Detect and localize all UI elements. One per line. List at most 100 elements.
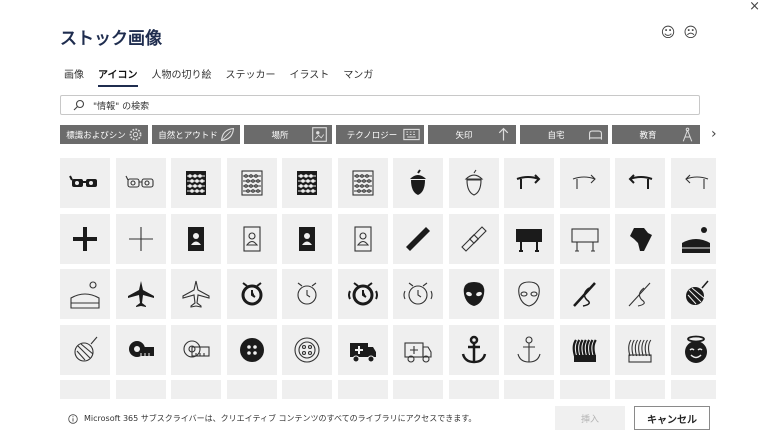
icon-tile[interactable]	[115, 158, 166, 208]
category-signs[interactable]: 標識およびシン	[60, 125, 148, 144]
icon-tile[interactable]	[226, 380, 277, 399]
icon-tile[interactable]	[393, 380, 443, 399]
icon-tile[interactable]	[504, 380, 554, 399]
icon-tile[interactable]	[171, 380, 221, 399]
icon-tile[interactable]	[670, 324, 716, 375]
needle-thread-outline-icon	[628, 282, 651, 307]
icon-tile[interactable]	[504, 324, 554, 375]
search-box	[60, 95, 700, 115]
category-label: 自宅	[547, 130, 565, 141]
icon-tile[interactable]	[393, 269, 443, 319]
footer-text: Microsoft 365 サブスクライバーは、クリエイティブ コンテンツのすべ…	[84, 414, 477, 423]
icon-tile[interactable]	[615, 158, 665, 208]
farm-landscape-outline-icon	[70, 281, 100, 309]
icon-tile[interactable]	[226, 269, 277, 319]
icon-tile[interactable]	[393, 158, 443, 208]
smile-icon[interactable]: ☺	[661, 25, 676, 41]
wifi-outline-icon	[125, 389, 157, 399]
icon-tile[interactable]	[171, 213, 221, 264]
icon-tile[interactable]	[226, 158, 277, 208]
close-icon[interactable]: ×	[749, 0, 760, 14]
icon-tile[interactable]	[448, 324, 499, 375]
category-technology[interactable]: テクノロジー	[336, 125, 424, 144]
category-label: 場所	[271, 130, 289, 141]
category-education[interactable]: 教育	[612, 125, 700, 144]
icon-tile[interactable]	[226, 213, 277, 264]
icon-tile[interactable]	[504, 213, 554, 264]
tab-stickers[interactable]: ステッカー	[226, 66, 276, 87]
compass-icon	[682, 127, 693, 142]
feedback: ☺ ☹	[661, 25, 698, 41]
icon-tile[interactable]	[115, 213, 166, 264]
icon-tile[interactable]	[559, 213, 610, 264]
icon-tile[interactable]	[337, 324, 388, 375]
icon-tile[interactable]	[615, 213, 665, 264]
icon-tile[interactable]	[115, 380, 166, 399]
tab-manga[interactable]: マンガ	[343, 66, 373, 87]
category-places[interactable]: 場所	[244, 125, 332, 144]
icon-tile[interactable]	[226, 324, 277, 375]
icon-tile[interactable]	[282, 213, 332, 264]
icon-tile[interactable]	[60, 269, 110, 319]
icon-tile[interactable]	[282, 269, 332, 319]
icon-tile[interactable]	[670, 380, 716, 399]
tab-cutout-people[interactable]: 人物の切り絵	[152, 66, 212, 87]
icon-tile[interactable]	[615, 380, 665, 399]
icon-tile[interactable]	[60, 158, 110, 208]
search-input[interactable]	[93, 100, 653, 110]
icon-tile[interactable]	[282, 158, 332, 208]
category-label: 教育	[639, 130, 657, 141]
icon-tile[interactable]	[393, 213, 443, 264]
icon-tile[interactable]	[559, 269, 610, 319]
icon-tile[interactable]	[448, 158, 499, 208]
billboard-icon	[516, 228, 542, 252]
icon-tile[interactable]	[171, 269, 221, 319]
icon-tile[interactable]	[615, 269, 665, 319]
icon-tile[interactable]	[171, 158, 221, 208]
anchor-outline-icon	[517, 335, 541, 363]
map-icon	[312, 127, 327, 142]
icon-tile[interactable]	[670, 213, 716, 264]
icon-tile[interactable]	[60, 380, 110, 399]
tab-images[interactable]: 画像	[64, 66, 84, 87]
icon-tile[interactable]	[615, 324, 665, 375]
icon-tile[interactable]	[337, 269, 388, 319]
icon-tile[interactable]	[670, 269, 716, 319]
category-nature-outdoors[interactable]: 自然とアウトド	[152, 125, 240, 144]
icon-tile[interactable]	[448, 380, 499, 399]
icon-tile[interactable]	[559, 158, 610, 208]
insert-button[interactable]: 挿入	[555, 406, 625, 430]
tab-icons[interactable]: アイコン	[98, 66, 138, 87]
icon-tile[interactable]	[670, 158, 716, 208]
icon-tile[interactable]	[337, 213, 388, 264]
circle-outline-icon	[347, 389, 379, 399]
category-home[interactable]: 自宅	[520, 125, 608, 144]
icon-tile[interactable]	[448, 269, 499, 319]
wifi-icon	[69, 389, 101, 399]
icon-tile[interactable]	[559, 324, 610, 375]
icon-tile[interactable]	[60, 213, 110, 264]
tab-illustrations[interactable]: イラスト	[290, 66, 330, 87]
icon-tile[interactable]	[337, 158, 388, 208]
africa-icon	[630, 227, 652, 251]
icon-tile[interactable]	[337, 380, 388, 399]
chevron-right-icon[interactable]: ›	[711, 125, 717, 144]
fish-icon	[569, 389, 601, 399]
icon-tile[interactable]	[115, 269, 166, 319]
icon-tile[interactable]	[60, 324, 110, 375]
address-book-outline-icon	[242, 225, 261, 252]
cancel-button[interactable]: キャンセル	[634, 406, 710, 430]
icon-tile[interactable]	[282, 380, 332, 399]
icon-tile[interactable]	[448, 213, 499, 264]
icon-tile[interactable]	[559, 380, 610, 399]
category-arrows[interactable]: 矢印	[428, 125, 516, 144]
icon-tile[interactable]	[282, 324, 332, 375]
icon-tile[interactable]	[393, 324, 443, 375]
category-label: テクノロジー	[346, 130, 398, 141]
icon-tile[interactable]	[171, 324, 221, 375]
icon-tile[interactable]	[115, 324, 166, 375]
frown-icon[interactable]: ☹	[683, 25, 698, 41]
icon-tile[interactable]	[504, 269, 554, 319]
ambulance-outline-icon	[404, 341, 432, 363]
icon-tile[interactable]	[504, 158, 554, 208]
